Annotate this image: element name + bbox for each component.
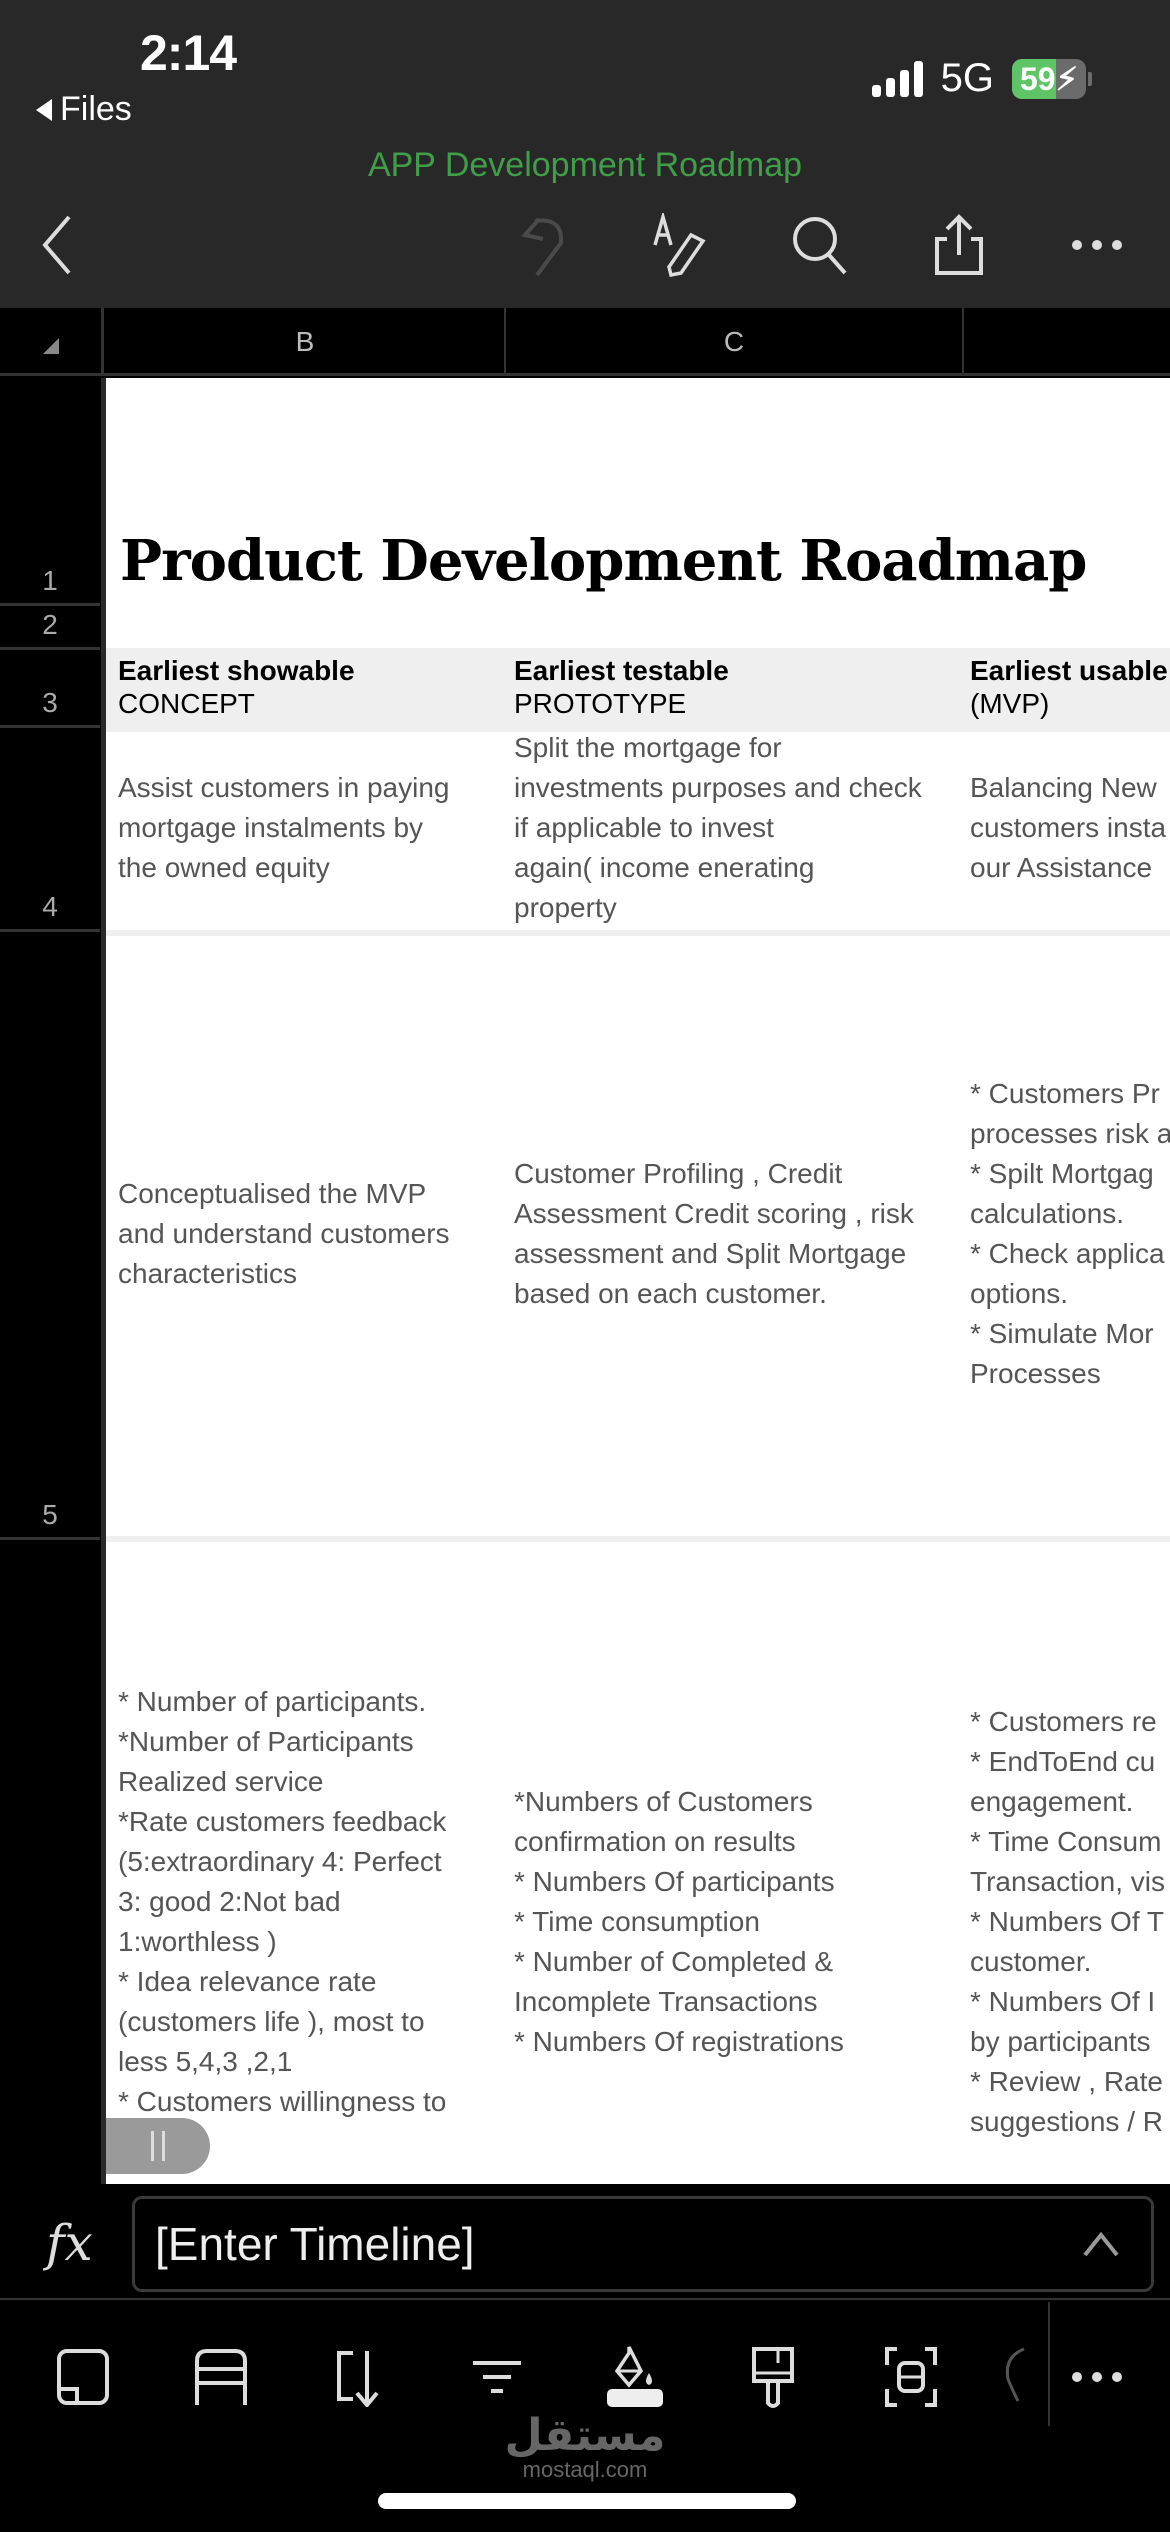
header-sub: PROTOTYPE xyxy=(514,688,687,719)
filter-icon xyxy=(473,2361,521,2393)
header-row: Earliest showable CONCEPT Earliest testa… xyxy=(106,648,1170,726)
column-header-d[interactable] xyxy=(964,308,1170,376)
cell-c4[interactable]: Split the mortgage for investments purpo… xyxy=(514,728,964,928)
status-time: 2:14 xyxy=(140,25,237,81)
chevron-left-icon xyxy=(42,215,71,275)
ideas-button[interactable] xyxy=(1000,2342,1040,2412)
share-button[interactable] xyxy=(924,210,994,280)
column-header-c[interactable]: C xyxy=(506,308,964,376)
cell-b4[interactable]: Assist customers in paying mortgage inst… xyxy=(118,768,498,888)
row-header-6[interactable] xyxy=(0,1540,100,2184)
battery-icon: 59⚡︎ xyxy=(1012,58,1086,99)
back-to-files-link[interactable]: Files xyxy=(36,90,132,129)
fill-color-icon xyxy=(607,2346,663,2407)
cellular-signal-icon xyxy=(871,60,923,97)
cell-d5[interactable]: * Customers Pr processes risk a * Spilt … xyxy=(970,1074,1170,1394)
undo-icon xyxy=(521,217,564,277)
top-bar: 2:14 Files 5G 59⚡︎ APP Development Roadm… xyxy=(0,0,1170,308)
row-headers: 1 2 3 4 5 xyxy=(0,378,106,2184)
column-header-b[interactable]: B xyxy=(106,308,506,376)
freeze-rows-button[interactable] xyxy=(186,2342,256,2412)
format-painter-icon xyxy=(752,2347,794,2408)
function-icon[interactable]: fx xyxy=(46,2214,93,2272)
charging-bolt-icon: ⚡︎ xyxy=(1055,60,1079,97)
document-title: APP Development Roadmap xyxy=(367,146,803,184)
format-painter-button[interactable] xyxy=(738,2342,808,2412)
cell-c6[interactable]: *Numbers of Customers confirmation on re… xyxy=(514,1782,964,2062)
watermark: مستقل mostaql.com xyxy=(0,2410,1170,2483)
sheet-view-icon xyxy=(57,2349,109,2405)
row-header-3[interactable]: 3 xyxy=(0,650,100,728)
header-cell-concept[interactable]: Earliest showable CONCEPT xyxy=(118,654,355,720)
formula-input[interactable]: [Enter Timeline] xyxy=(132,2196,1154,2292)
select-range-button[interactable] xyxy=(876,2342,946,2412)
column-headers: B C xyxy=(0,308,1170,376)
row-header-2[interactable]: 2 xyxy=(0,606,100,650)
ideas-icon xyxy=(1005,2347,1025,2402)
scroll-handle[interactable] xyxy=(106,2118,210,2174)
watermark-arabic: مستقل xyxy=(504,2410,666,2461)
grip-line xyxy=(151,2131,154,2161)
back-button[interactable] xyxy=(22,210,92,280)
select-all-button[interactable] xyxy=(0,308,104,376)
row-header-4[interactable]: 4 xyxy=(0,728,100,932)
edit-button[interactable] xyxy=(648,210,718,280)
cell-d4[interactable]: Balancing New customers insta our Assist… xyxy=(970,768,1170,888)
formula-value: [Enter Timeline] xyxy=(155,2218,475,2270)
fill-color-button[interactable] xyxy=(600,2342,670,2412)
header-sub: CONCEPT xyxy=(118,688,255,719)
watermark-latin: mostaql.com xyxy=(522,2457,648,2482)
row-divider xyxy=(106,930,1170,936)
more-icon xyxy=(1072,2372,1122,2382)
search-icon xyxy=(793,217,847,275)
cell-d6[interactable]: * Customers re * EndToEnd cu engagement.… xyxy=(970,1702,1170,2142)
undo-button[interactable] xyxy=(510,210,580,280)
formula-bar: fx [Enter Timeline] xyxy=(0,2184,1170,2300)
grip-line xyxy=(162,2131,165,2161)
text-edit-icon xyxy=(653,213,706,277)
freeze-rows-icon xyxy=(195,2349,247,2405)
battery-cap xyxy=(1088,71,1092,86)
header-bold: Earliest showable xyxy=(118,655,355,686)
battery-percent: 59⚡︎ xyxy=(1019,60,1079,97)
cell-b5[interactable]: Conceptualised the MVP and understand cu… xyxy=(118,1174,498,1294)
network-type: 5G xyxy=(940,56,994,100)
back-app-label: Files xyxy=(60,90,132,128)
share-icon xyxy=(935,214,983,275)
filter-button[interactable] xyxy=(462,2342,532,2412)
search-button[interactable] xyxy=(786,210,856,280)
more-icon xyxy=(1072,240,1122,250)
sort-icon xyxy=(337,2351,379,2407)
cell-b6[interactable]: * Number of participants. *Number of Par… xyxy=(118,1682,498,2122)
header-bold: Earliest usable xyxy=(970,655,1168,686)
sheet-view-button[interactable] xyxy=(48,2342,118,2412)
chevron-up-icon[interactable] xyxy=(1081,2229,1121,2259)
sheet-title-cell[interactable]: Product Development Roadmap xyxy=(120,528,1087,594)
sort-button[interactable] xyxy=(324,2342,394,2412)
header-cell-prototype[interactable]: Earliest testable PROTOTYPE xyxy=(514,654,729,720)
home-indicator[interactable] xyxy=(378,2493,796,2509)
header-cell-mvp[interactable]: Earliest usable (MVP) xyxy=(970,654,1168,720)
row-divider xyxy=(106,1536,1170,1542)
more-button[interactable] xyxy=(1062,210,1132,280)
cell-c5[interactable]: Customer Profiling , Credit Assessment C… xyxy=(514,1154,964,1314)
select-range-icon xyxy=(885,2347,937,2407)
back-triangle-icon xyxy=(36,98,52,121)
row-header-1[interactable]: 1 xyxy=(0,378,100,606)
header-sub: (MVP) xyxy=(970,688,1050,719)
select-all-triangle-icon xyxy=(43,338,59,354)
header-bold: Earliest testable xyxy=(514,655,729,686)
spreadsheet-grid[interactable]: Product Development Roadmap Earliest sho… xyxy=(106,378,1170,2184)
more-tools-button[interactable] xyxy=(1062,2342,1132,2412)
toolbar-divider xyxy=(1048,2302,1050,2426)
status-indicators: 5G 59⚡︎ xyxy=(871,56,1092,101)
row-header-5[interactable]: 5 xyxy=(0,932,100,1540)
